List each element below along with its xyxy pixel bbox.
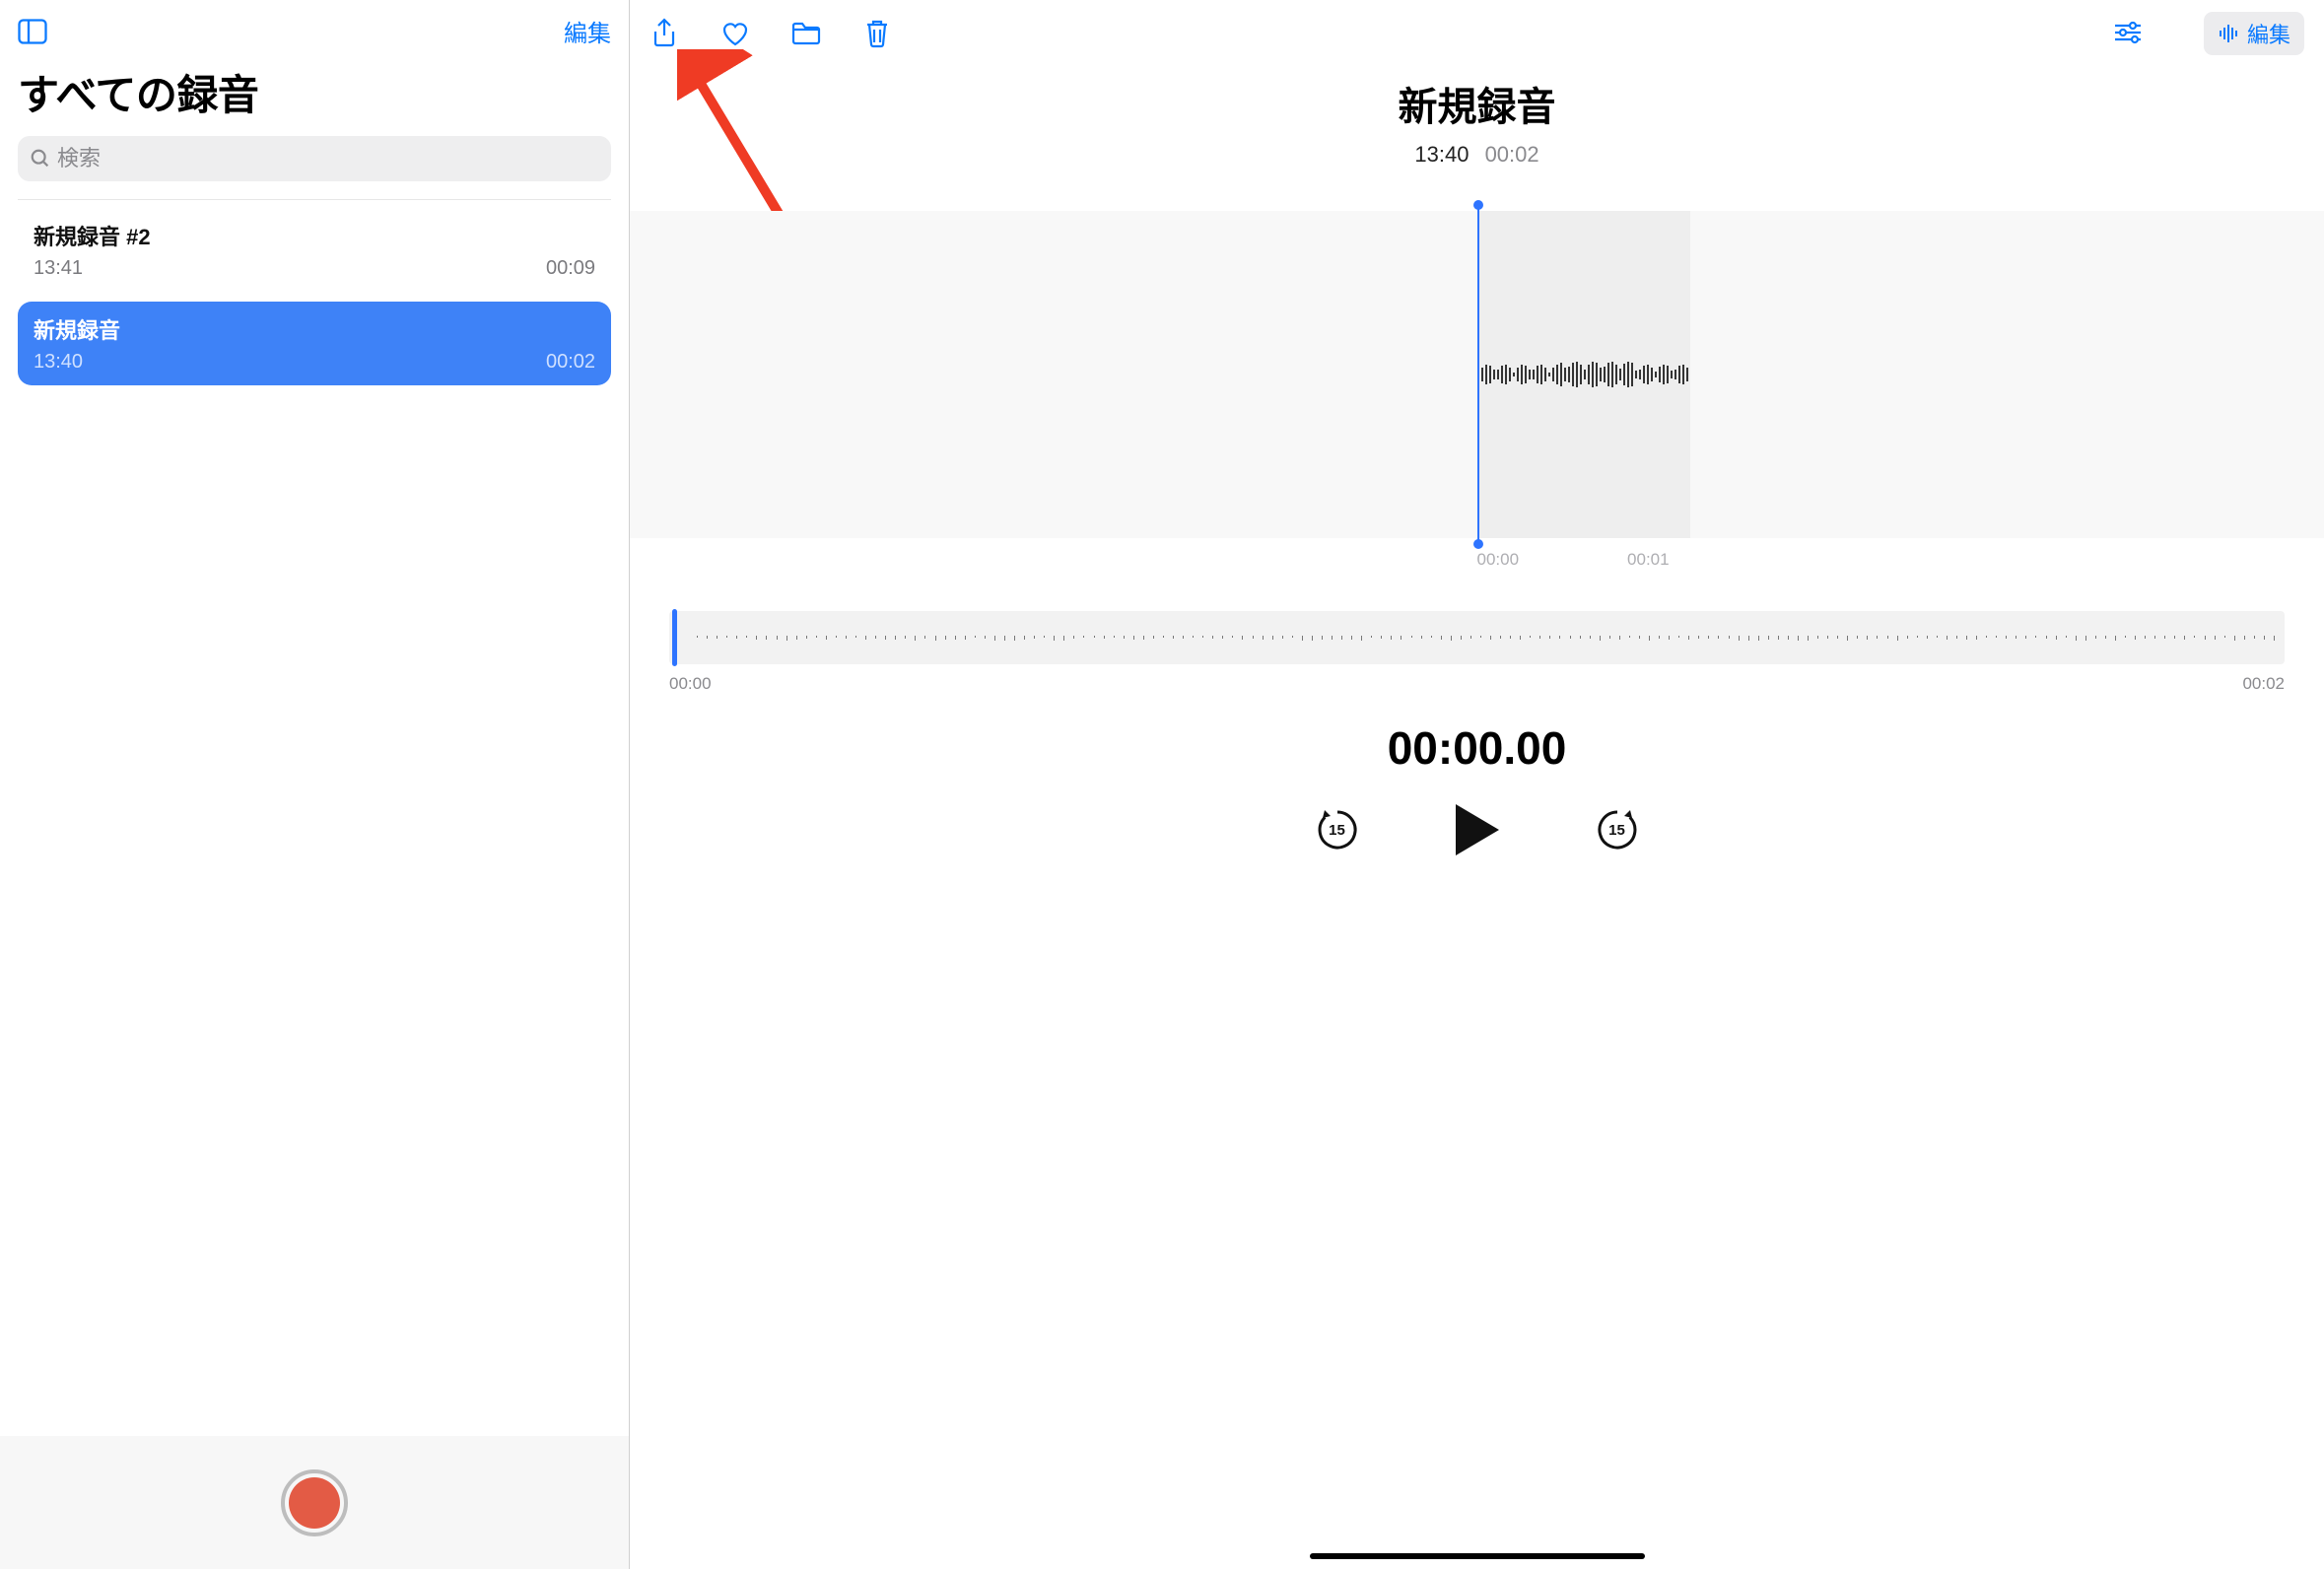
edit-audio-button[interactable]: 編集 [2204,12,2304,55]
scrub-end-label: 00:02 [2242,674,2285,694]
toolbar: 編集 [630,0,2324,67]
main-panel: 編集 新規録音 13:40 00:02 00:00 [630,0,2324,1569]
skip-forward-15-button[interactable]: 15 [1594,806,1641,853]
timecode: 00:00.00 [630,721,2324,775]
edit-audio-label: 編集 [2247,18,2290,49]
waveform-viewport[interactable]: 00:00 00:01 [630,211,2324,538]
tick-label: 00:01 [1627,550,1670,570]
recording-item-selected[interactable]: 新規録音 13:40 00:02 [18,302,611,385]
play-button[interactable] [1450,802,1505,857]
recording-main-time: 13:40 [1414,142,1469,167]
sliders-icon[interactable] [2113,19,2143,48]
search-container [0,136,629,199]
recording-title: 新規録音 #2 [34,220,595,251]
skip-forward-seconds: 15 [1608,822,1625,839]
skip-back-seconds: 15 [1329,822,1345,839]
recordings-list: 新規録音 #2 13:41 00:09 新規録音 13:40 00:02 [0,200,629,1436]
recording-time: 13:40 [34,351,83,374]
scrub-playhead[interactable] [672,609,677,666]
record-dot-icon [289,1477,340,1529]
heart-icon[interactable] [720,19,750,48]
home-indicator[interactable] [1310,1553,1645,1559]
waveform-time-ticks: 00:00 00:01 [1477,550,1670,570]
folder-icon[interactable] [791,19,821,48]
sidebar-top-bar: 編集 [0,0,629,58]
scrub-start-label: 00:00 [669,674,712,694]
scrub-waveform [697,637,2275,639]
sidebar: 編集 すべての録音 新規録音 #2 13:41 00:09 新規録音 [0,0,630,1569]
waveform-icon [2218,23,2239,44]
skip-back-15-button[interactable]: 15 [1314,806,1361,853]
recording-header: 新規録音 13:40 00:02 [630,75,2324,168]
record-button[interactable] [281,1469,348,1536]
search-box[interactable] [18,136,611,181]
recording-time: 13:41 [34,257,83,280]
recording-main-title: 新規録音 [630,75,2324,132]
share-icon[interactable] [649,19,679,48]
scrub-bar: 00:00 00:02 [669,611,2285,694]
scrub-track[interactable] [669,611,2285,664]
sidebar-edit-button[interactable]: 編集 [564,14,611,48]
sidebar-toggle-icon[interactable] [18,19,47,44]
play-icon [1456,804,1499,855]
playhead[interactable] [1477,205,1479,544]
recording-title: 新規録音 [34,313,595,345]
recording-duration: 00:09 [546,257,595,280]
search-icon [30,148,51,170]
waveform-bars [1477,362,1690,387]
sidebar-title: すべての録音 [0,58,629,136]
record-bar [0,1436,629,1569]
recording-item[interactable]: 新規録音 #2 13:41 00:09 [18,208,611,292]
recording-main-duration: 00:02 [1485,142,1539,167]
recording-duration: 00:02 [546,351,595,374]
playback-controls: 15 15 [630,802,2324,857]
trash-icon[interactable] [862,19,892,48]
tick-label: 00:00 [1477,550,1520,570]
search-input[interactable] [57,146,599,171]
